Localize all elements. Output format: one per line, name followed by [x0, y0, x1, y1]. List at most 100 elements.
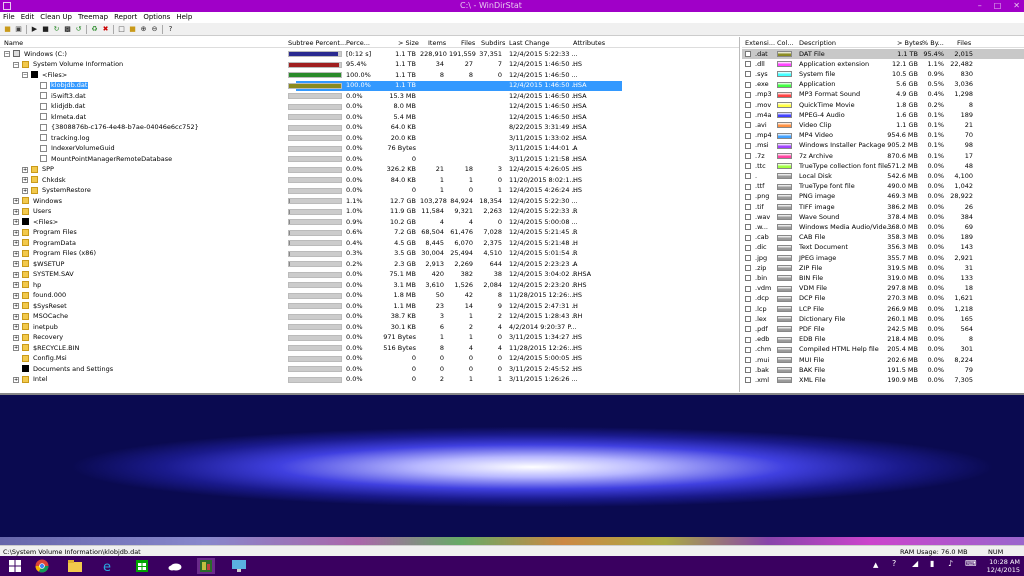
- extension-row[interactable]: .vdm VDM File 297.8 MB 0.0% 18: [742, 284, 1024, 294]
- col-files[interactable]: Files: [461, 39, 475, 47]
- extension-row[interactable]: .xml XML File 190.9 MB 0.0% 7,305: [742, 375, 1024, 385]
- extension-row[interactable]: .lcp LCP File 266.9 MB 0.0% 1,218: [742, 304, 1024, 314]
- col-last-change[interactable]: Last Change: [509, 39, 550, 47]
- tree-row[interactable]: − <Files> 100.0% 1.1 TB 8 8 0 12/4/2015 1:46:50…: [0, 70, 739, 81]
- save-icon[interactable]: ▣: [14, 25, 23, 34]
- extension-row[interactable]: .mp3 MP3 Format Sound 4.9 GB 0.4% 1,298: [742, 90, 1024, 100]
- tree-row[interactable]: + $SysReset 0.0% 1.1 MB 23 14 9 12/4/2015 2:47:…: [0, 301, 739, 312]
- extension-row[interactable]: .chm Compiled HTML Help file 205.4 MB 0.0% 3…: [742, 345, 1024, 355]
- menu-options[interactable]: Options: [140, 12, 173, 23]
- col-description[interactable]: Description: [799, 39, 836, 47]
- col-bytes[interactable]: > Bytes: [897, 39, 923, 47]
- play-icon[interactable]: ▶: [30, 25, 39, 34]
- extension-row[interactable]: .msi Windows Installer Package 905.2 MB 0.1…: [742, 141, 1024, 151]
- tree-row[interactable]: Config.Msi 0.0% 0 0 0 0 12/4/2015 5:00:05 ... H…: [0, 354, 739, 365]
- col-attributes[interactable]: Attributes: [573, 39, 605, 47]
- treemap-strip[interactable]: [0, 537, 1024, 545]
- menu-file[interactable]: File: [0, 12, 18, 23]
- onedrive-icon[interactable]: [166, 558, 184, 574]
- tree-row[interactable]: + Recovery 0.0% 971 Bytes 1 1 0 3/11/2015 1:34:…: [0, 333, 739, 344]
- expand-toggle-icon[interactable]: +: [13, 250, 19, 257]
- zoom-out-icon[interactable]: ⊖: [150, 25, 159, 34]
- expand-toggle-icon[interactable]: +: [13, 240, 19, 246]
- expand-toggle-icon[interactable]: +: [13, 376, 19, 383]
- expand-toggle-icon[interactable]: +: [13, 198, 19, 204]
- tree-row[interactable]: + Users 1.0% 11.9 GB 11,584 9,321 2,263 12/4/20…: [0, 207, 739, 218]
- extension-row[interactable]: .exe Application 5.6 GB 0.5% 3,036: [742, 80, 1024, 90]
- expand-toggle-icon[interactable]: +: [13, 345, 19, 351]
- tree-row[interactable]: + ProgramData 0.4% 4.5 GB 8,445 6,070 2,375 12/…: [0, 238, 739, 249]
- extension-row[interactable]: . Local Disk 542.6 MB 0.0% 4,100: [742, 171, 1024, 181]
- tree-row[interactable]: MountPointManagerRemoteDatabase 0.0% 0 3/11…: [0, 154, 739, 165]
- extension-row[interactable]: .mui MUI File 202.6 MB 0.0% 8,224: [742, 355, 1024, 365]
- expand-toggle-icon[interactable]: +: [13, 219, 19, 225]
- volume-icon[interactable]: ♪: [948, 559, 955, 568]
- refresh-icon[interactable]: ↻: [52, 25, 61, 34]
- tree-row[interactable]: i5wift3.dat 0.0% 15.3 MB 12/4/2015 1:46:50 …: [0, 91, 739, 102]
- extension-row[interactable]: .sys System file 10.5 GB 0.9% 830: [742, 69, 1024, 79]
- extension-row[interactable]: .w... Windows Media Audio/Vide... 368.0 MB…: [742, 222, 1024, 232]
- cmd-icon[interactable]: ▩: [63, 25, 72, 34]
- expand-toggle-icon[interactable]: +: [13, 303, 19, 309]
- col-percent-bytes[interactable]: % By...: [922, 39, 944, 47]
- expand-toggle-icon[interactable]: +: [13, 292, 19, 299]
- tree-row[interactable]: klidjdb.dat 0.0% 8.0 MB 12/4/2015 1:46:50 .…: [0, 102, 739, 113]
- extension-row[interactable]: .mp4 MP4 Video 954.6 MB 0.1% 70: [742, 131, 1024, 141]
- extension-row[interactable]: .ttf TrueType font file 490.0 MB 0.0% 1,042: [742, 182, 1024, 192]
- tree-row[interactable]: − Windows (C:) [0:12 s] 1.1 TB 228,910 191,55…: [0, 49, 739, 60]
- expand-toggle-icon[interactable]: +: [13, 313, 19, 320]
- close-button[interactable]: ✕: [1013, 1, 1020, 10]
- extension-row[interactable]: .dcp DCP File 270.3 MB 0.0% 1,621: [742, 294, 1024, 304]
- col-extension[interactable]: Extensi...: [745, 39, 775, 47]
- tree-row[interactable]: − System Volume Information 95.4% 1.1 TB 34 2…: [0, 60, 739, 71]
- recycle-icon[interactable]: ♻: [90, 25, 99, 34]
- tree-row[interactable]: klobjdb.dat 100.0% 1.1 TB 12/4/2015 1:46:50…: [0, 80, 739, 92]
- tree-row[interactable]: + Intel 0.0% 0 2 1 1 3/11/2015 1:26:26 ...: [0, 375, 739, 386]
- tree-row[interactable]: + Program Files 0.6% 7.2 GB 68,504 61,476 7,02…: [0, 228, 739, 239]
- tree-row[interactable]: + inetpub 0.0% 30.1 KB 6 2 4 4/2/2014 9:20:37 P…: [0, 322, 739, 333]
- extension-row[interactable]: .bak BAK File 191.5 MB 0.0% 79: [742, 365, 1024, 375]
- expand-toggle-icon[interactable]: +: [13, 271, 19, 278]
- ie-icon[interactable]: e: [100, 558, 118, 574]
- select-icon[interactable]: □: [117, 25, 126, 34]
- col-color[interactable]: Col...: [777, 39, 794, 47]
- extension-row[interactable]: .dat DAT File 1.1 TB 95.4% 2,015: [742, 49, 1024, 60]
- extension-row[interactable]: .lex Dictionary File 260.1 MB 0.0% 165: [742, 314, 1024, 324]
- extension-row[interactable]: .7z 7z Archive 870.6 MB 0.1% 17: [742, 151, 1024, 161]
- expand-toggle-icon[interactable]: +: [13, 282, 19, 288]
- expand-toggle-icon[interactable]: +: [13, 261, 19, 267]
- chrome-icon[interactable]: [33, 558, 51, 574]
- expand-toggle-icon[interactable]: +: [13, 324, 19, 330]
- tree-row[interactable]: {3808876b-c176-4e48-b7ae-04046e6cc752} 0.…: [0, 123, 739, 134]
- expand-toggle-icon[interactable]: +: [13, 334, 19, 341]
- extension-row[interactable]: .bin BIN File 319.0 MB 0.0% 133: [742, 273, 1024, 283]
- tree-row[interactable]: + Chkdsk 0.0% 84.0 KB 1 1 0 11/20/2015 8:02:1..…: [0, 175, 739, 186]
- clock[interactable]: 10:28 AM 12/4/2015: [987, 558, 1020, 574]
- tree-row[interactable]: tracking.log 0.0% 20.0 KB 3/11/2015 1:33:02…: [0, 133, 739, 144]
- tree-row[interactable]: + found.000 0.0% 1.8 MB 50 42 8 11/28/2015 12:2…: [0, 291, 739, 302]
- tree-row[interactable]: klmeta.dat 0.0% 5.4 MB 12/4/2015 1:46:50 ..…: [0, 112, 739, 123]
- help-tray-icon[interactable]: ?: [892, 559, 899, 568]
- zoom-in-icon[interactable]: ⊕: [139, 25, 148, 34]
- file-explorer-icon[interactable]: [66, 558, 84, 574]
- extension-row[interactable]: .zip ZIP File 319.5 MB 0.0% 31: [742, 263, 1024, 273]
- menu-edit[interactable]: Edit: [18, 12, 38, 23]
- directory-tree[interactable]: Name Subtree Percent... Perce... > Size …: [0, 37, 740, 392]
- delete-icon[interactable]: ✖: [101, 25, 110, 34]
- remote-desktop-icon[interactable]: [230, 558, 248, 574]
- chevron-up-icon[interactable]: ▲: [873, 561, 880, 569]
- col-name[interactable]: Name: [4, 39, 23, 47]
- extension-row[interactable]: .cab CAB File 358.3 MB 0.0% 189: [742, 233, 1024, 243]
- tree-row[interactable]: Documents and Settings 0.0% 0 0 0 0 3/11/2015 …: [0, 364, 739, 375]
- extension-row[interactable]: .dic Text Document 356.3 MB 0.0% 143: [742, 243, 1024, 253]
- tree-row[interactable]: + Windows 1.1% 12.7 GB 103,278 84,924 18,354 12…: [0, 196, 739, 207]
- tree-row[interactable]: + MSOCache 0.0% 38.7 KB 3 1 2 12/4/2015 1:28:43…: [0, 312, 739, 323]
- expand-toggle-icon[interactable]: −: [4, 51, 10, 57]
- treemap[interactable]: [0, 393, 1024, 539]
- refresh-all-icon[interactable]: ↺: [74, 25, 83, 34]
- open-icon[interactable]: ■: [3, 25, 12, 34]
- menu-help[interactable]: Help: [173, 12, 195, 23]
- extension-row[interactable]: .jpg JPEG image 355.7 MB 0.0% 2,921: [742, 253, 1024, 263]
- extension-row[interactable]: .pdf PDF File 242.5 MB 0.0% 564: [742, 324, 1024, 334]
- expand-toggle-icon[interactable]: +: [22, 187, 28, 194]
